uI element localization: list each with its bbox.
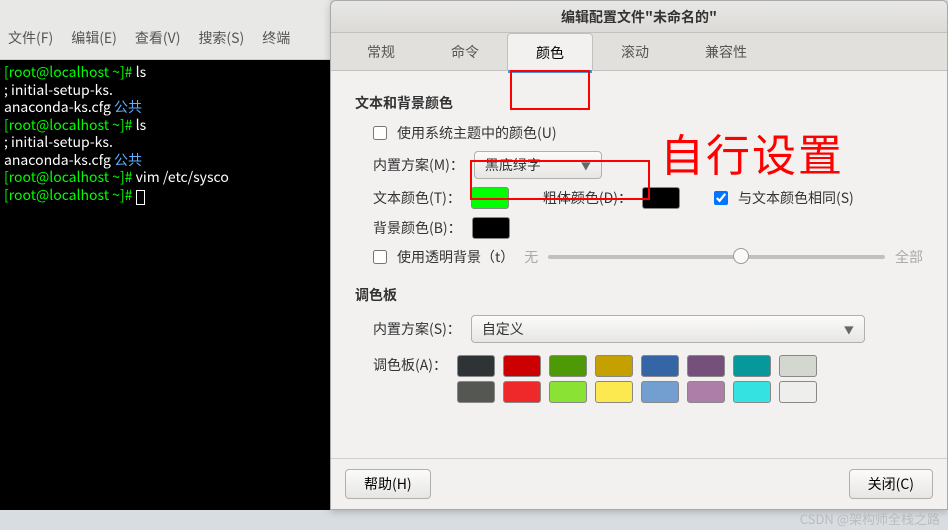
combo-palette-scheme[interactable]: 自定义 ▼ bbox=[471, 315, 865, 343]
help-button[interactable]: 帮助(H) bbox=[345, 469, 431, 499]
dialog-title: 编辑配置文件"未命名的" bbox=[331, 1, 947, 33]
tab-content-colors: 文本和背景颜色 使用系统主题中的颜色(U) 内置方案(M)： 黑底绿字 ▼ 文本… bbox=[331, 71, 947, 458]
watermark: CSDN @架构师全栈之路 bbox=[800, 509, 940, 528]
close-button[interactable]: 关闭(C) bbox=[849, 469, 933, 499]
checkbox-transparent-bg[interactable] bbox=[373, 250, 387, 264]
label-palette: 调色板(A)： bbox=[373, 351, 447, 375]
slider-max-label: 全部 bbox=[895, 247, 923, 267]
terminal-menubar: 文件(F) 编辑(E) 查看(V) 搜索(S) 终端 bbox=[0, 0, 330, 60]
label-builtin-scheme: 内置方案(M)： bbox=[373, 155, 464, 175]
row-bg-color: 背景颜色(B)： bbox=[373, 217, 923, 239]
palette-color[interactable] bbox=[733, 381, 771, 403]
checkbox-use-system-colors[interactable] bbox=[373, 126, 387, 140]
profile-dialog: 编辑配置文件"未命名的" 常规命令颜色滚动兼容性 文本和背景颜色 使用系统主题中… bbox=[330, 0, 948, 510]
chevron-down-icon: ▼ bbox=[844, 322, 854, 337]
label-same-as-text: 与文本颜色相同(S) bbox=[738, 188, 854, 208]
tab-2[interactable]: 颜色 bbox=[507, 33, 593, 71]
terminal-window: 文件(F) 编辑(E) 查看(V) 搜索(S) 终端 [root@localho… bbox=[0, 0, 330, 510]
row-palette-scheme: 内置方案(S)： 自定义 ▼ bbox=[373, 315, 923, 343]
tab-3[interactable]: 滚动 bbox=[593, 33, 677, 70]
palette-color[interactable] bbox=[457, 381, 495, 403]
menu-file[interactable]: 文件(F) bbox=[8, 28, 53, 59]
tabbar: 常规命令颜色滚动兼容性 bbox=[331, 33, 947, 71]
row-palette: 调色板(A)： bbox=[373, 351, 923, 407]
palette-color[interactable] bbox=[503, 355, 541, 377]
slider-min-label: 无 bbox=[524, 247, 538, 267]
row-builtin-scheme: 内置方案(M)： 黑底绿字 ▼ bbox=[373, 151, 923, 179]
label-use-system: 使用系统主题中的颜色(U) bbox=[397, 123, 557, 143]
section-text-bg: 文本和背景颜色 bbox=[355, 93, 923, 113]
swatch-bg-color[interactable] bbox=[472, 217, 510, 239]
palette-color[interactable] bbox=[641, 355, 679, 377]
section-palette: 调色板 bbox=[355, 285, 923, 305]
chevron-down-icon: ▼ bbox=[581, 158, 591, 173]
palette-color[interactable] bbox=[457, 355, 495, 377]
palette-color[interactable] bbox=[595, 355, 633, 377]
tab-1[interactable]: 命令 bbox=[423, 33, 507, 70]
palette-color[interactable] bbox=[687, 381, 725, 403]
palette-color[interactable] bbox=[503, 381, 541, 403]
tab-4[interactable]: 兼容性 bbox=[677, 33, 775, 70]
combo-value-scheme: 黑底绿字 bbox=[485, 155, 541, 175]
menu-terminal[interactable]: 终端 bbox=[262, 28, 290, 59]
row-use-system: 使用系统主题中的颜色(U) bbox=[373, 123, 923, 143]
label-bold-color: 粗体颜色(D)： bbox=[543, 188, 632, 208]
terminal-content[interactable]: [root@localhost ~]# ls; initial-setup-ks… bbox=[0, 60, 330, 209]
menu-search[interactable]: 搜索(S) bbox=[198, 28, 244, 59]
slider-transparency[interactable] bbox=[548, 255, 885, 259]
menu-edit[interactable]: 编辑(E) bbox=[71, 28, 117, 59]
combo-value-palette: 自定义 bbox=[482, 319, 524, 339]
palette-color[interactable] bbox=[687, 355, 725, 377]
palette-color[interactable] bbox=[733, 355, 771, 377]
palette-color[interactable] bbox=[779, 381, 817, 403]
palette-color[interactable] bbox=[549, 381, 587, 403]
palette-grid bbox=[457, 351, 817, 407]
tab-0[interactable]: 常规 bbox=[339, 33, 423, 70]
swatch-text-color[interactable] bbox=[471, 187, 509, 209]
slider-thumb[interactable] bbox=[733, 248, 749, 264]
combo-builtin-scheme[interactable]: 黑底绿字 ▼ bbox=[474, 151, 602, 179]
checkbox-same-as-text[interactable] bbox=[714, 191, 728, 205]
row-transparent: 使用透明背景（t） 无 全部 bbox=[373, 247, 923, 267]
label-transparent: 使用透明背景（t） bbox=[397, 247, 514, 267]
dialog-footer: 帮助(H) 关闭(C) bbox=[331, 458, 947, 509]
palette-color[interactable] bbox=[549, 355, 587, 377]
palette-color[interactable] bbox=[641, 381, 679, 403]
row-text-bold-color: 文本颜色(T)： 粗体颜色(D)： 与文本颜色相同(S) bbox=[373, 187, 923, 209]
label-palette-scheme: 内置方案(S)： bbox=[373, 319, 461, 339]
label-text-color: 文本颜色(T)： bbox=[373, 188, 461, 208]
label-bg-color: 背景颜色(B)： bbox=[373, 218, 462, 238]
menu-view[interactable]: 查看(V) bbox=[135, 28, 181, 59]
palette-color[interactable] bbox=[595, 381, 633, 403]
swatch-bold-color[interactable] bbox=[642, 187, 680, 209]
palette-color[interactable] bbox=[779, 355, 817, 377]
